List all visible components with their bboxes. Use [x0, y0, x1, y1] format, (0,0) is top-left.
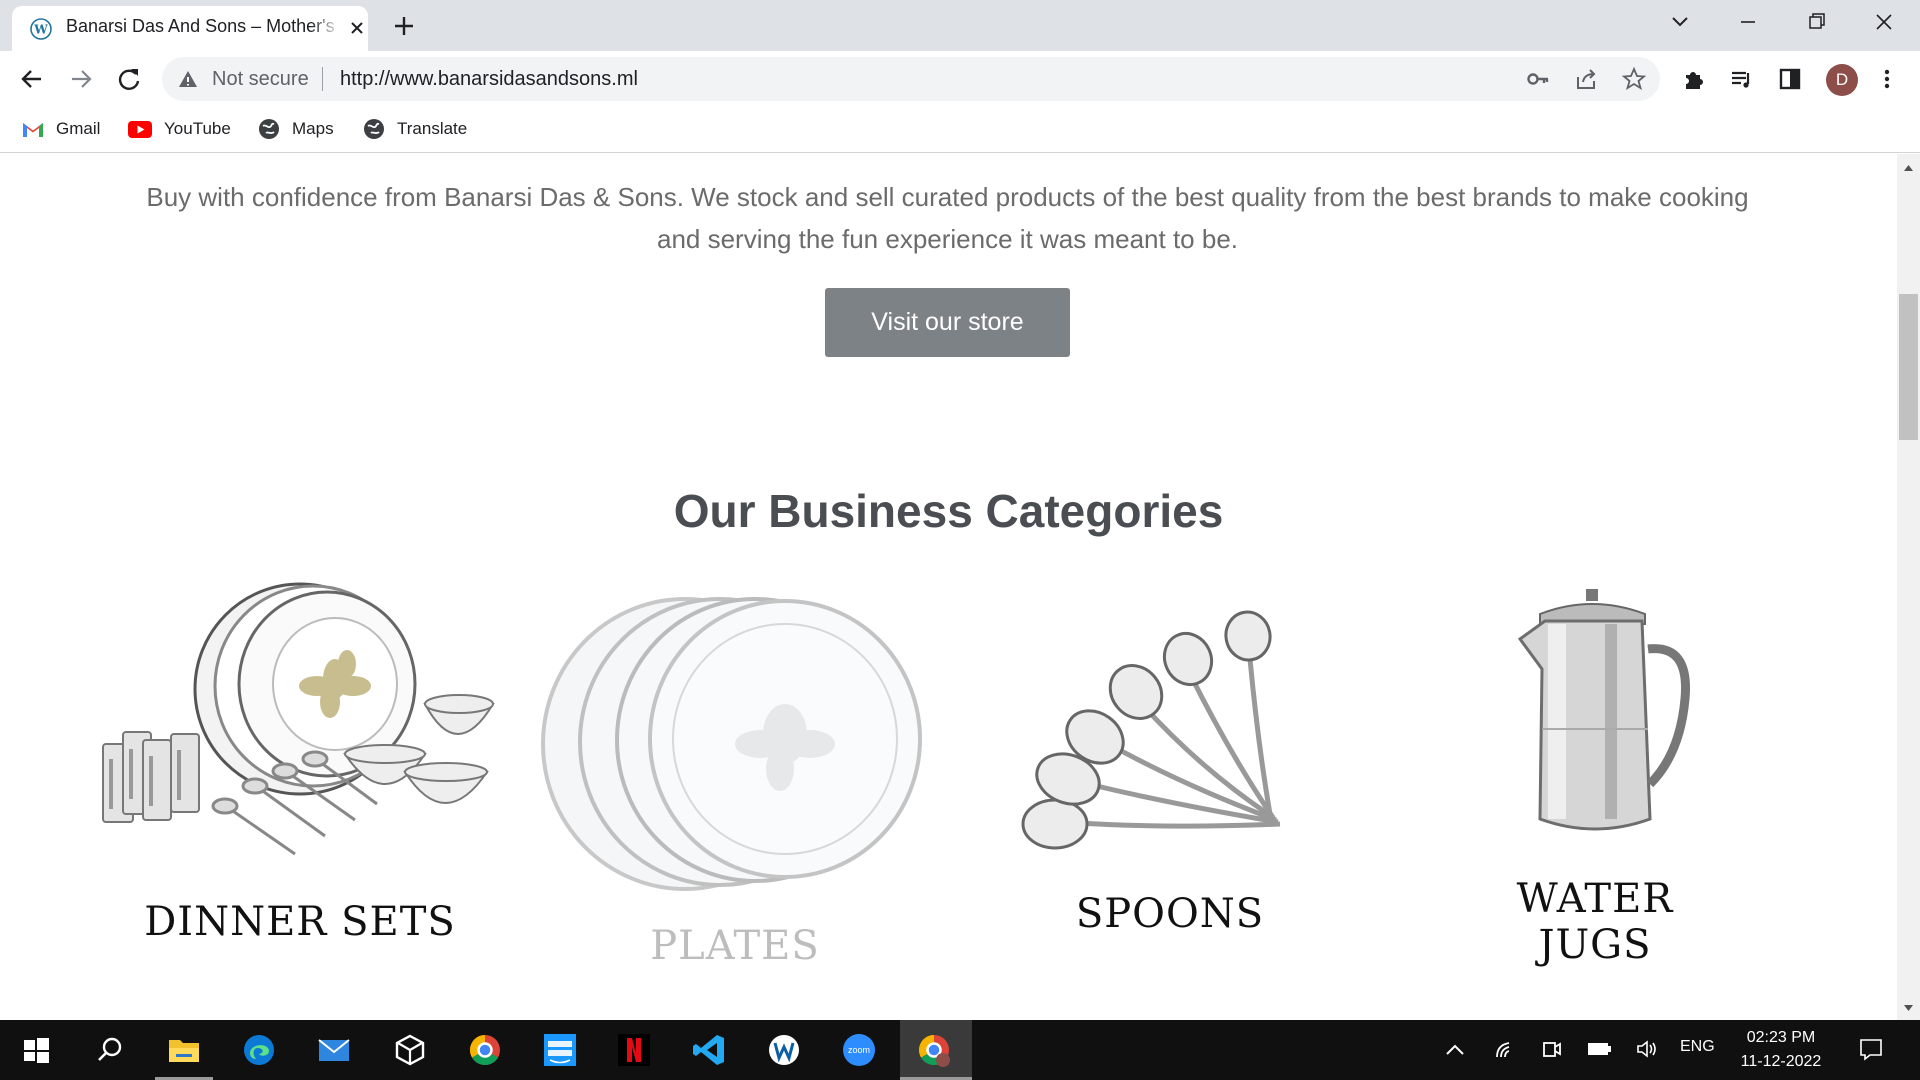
- search-icon[interactable]: [92, 1032, 128, 1068]
- svg-text:zoom: zoom: [848, 1045, 870, 1055]
- tab-title: Banarsi Das And Sons – Mother's: [66, 6, 341, 46]
- netflix-icon[interactable]: [616, 1032, 652, 1068]
- globe-icon: [259, 119, 279, 139]
- security-label[interactable]: Not secure: [212, 57, 309, 101]
- scroll-up-icon[interactable]: [1903, 164, 1914, 172]
- browser-toolbar: Not secure http://www.banarsidasandsons.…: [0, 51, 1920, 107]
- unity-icon[interactable]: [392, 1032, 428, 1068]
- language-indicator[interactable]: ENG: [1680, 1038, 1715, 1056]
- battery-icon[interactable]: [1586, 1040, 1612, 1058]
- dinner-set-image: [102, 582, 495, 856]
- category-card-spoons[interactable]: SPOONS: [1010, 574, 1330, 937]
- category-label[interactable]: WATER JUGS: [1470, 876, 1720, 968]
- bookmark-maps[interactable]: Maps: [258, 115, 334, 143]
- globe-icon: [364, 119, 384, 139]
- notifications-icon[interactable]: [1858, 1036, 1884, 1062]
- category-card-plates[interactable]: PLATES: [535, 594, 935, 969]
- bookmark-gmail[interactable]: Gmail: [22, 115, 100, 143]
- spoons-image: [1021, 610, 1281, 850]
- volume-icon[interactable]: [1635, 1038, 1659, 1060]
- meet-icon[interactable]: [1541, 1038, 1563, 1060]
- bookmark-star-icon[interactable]: [1622, 67, 1646, 91]
- key-icon[interactable]: [1526, 68, 1550, 90]
- scroll-down-icon[interactable]: [1903, 1004, 1914, 1012]
- water-jug-image: [1517, 589, 1691, 831]
- close-window-icon[interactable]: [1866, 8, 1902, 36]
- edge-icon[interactable]: [241, 1032, 277, 1068]
- back-icon[interactable]: [18, 65, 46, 93]
- bookmark-label: Translate: [397, 119, 468, 138]
- prime-video-icon[interactable]: [542, 1032, 578, 1068]
- intro-paragraph: Buy with confidence from Banarsi Das & S…: [80, 176, 1815, 260]
- intro-line: and serving the fun experience it was me…: [656, 224, 1238, 254]
- category-card-dinner-sets[interactable]: DINNER SETS: [95, 574, 505, 945]
- intro-line: Buy with confidence from Banarsi Das & S…: [146, 182, 1749, 212]
- minimize-icon[interactable]: [1730, 8, 1766, 36]
- category-label[interactable]: PLATES: [535, 923, 935, 969]
- address-bar[interactable]: Not secure http://www.banarsidasandsons.…: [162, 57, 1660, 101]
- web-page: Buy with confidence from Banarsi Das & S…: [0, 154, 1897, 1020]
- side-panel-icon[interactable]: [1776, 65, 1804, 93]
- reload-icon[interactable]: [115, 65, 143, 93]
- page-scrollbar[interactable]: [1897, 154, 1920, 1020]
- chrome-profile-icon[interactable]: [916, 1032, 952, 1068]
- wifi-icon[interactable]: [1494, 1038, 1516, 1060]
- browser-tab[interactable]: W Banarsi Das And Sons – Mother's: [12, 6, 368, 51]
- warning-icon[interactable]: [178, 69, 198, 89]
- svg-text:W: W: [33, 23, 48, 37]
- clock[interactable]: 02:23 PM 11-12-2022: [1730, 1026, 1832, 1074]
- file-explorer-icon[interactable]: [166, 1032, 202, 1068]
- chrome-icon[interactable]: [467, 1032, 503, 1068]
- tab-search-icon[interactable]: [1662, 8, 1698, 36]
- share-icon[interactable]: [1574, 67, 1598, 91]
- clock-time: 02:23 PM: [1746, 1029, 1816, 1046]
- start-icon[interactable]: [18, 1032, 54, 1068]
- gmail-icon: [23, 122, 43, 137]
- forward-icon[interactable]: [67, 65, 95, 93]
- mail-icon[interactable]: [316, 1032, 352, 1068]
- media-queue-icon[interactable]: [1728, 65, 1756, 93]
- close-tab-icon[interactable]: [346, 17, 368, 39]
- bookmark-label: YouTube: [164, 119, 231, 138]
- restore-icon[interactable]: [1798, 8, 1834, 36]
- zoom-icon[interactable]: zoom: [841, 1032, 877, 1068]
- chevron-up-icon[interactable]: [1444, 1040, 1466, 1060]
- wordpress-icon: W: [30, 18, 52, 40]
- clock-date: 11-12-2022: [1740, 1053, 1822, 1070]
- omnibox-divider: [322, 67, 323, 91]
- tab-strip: W Banarsi Das And Sons – Mother's: [0, 0, 1920, 51]
- menu-kebab-icon[interactable]: [1873, 65, 1901, 93]
- youtube-icon: [128, 120, 152, 138]
- url-text[interactable]: http://www.banarsidasandsons.ml: [340, 57, 638, 101]
- windows-taskbar: zoom ENG 02:23 PM 11-12-2022: [0, 1020, 1920, 1080]
- bookmark-label: Gmail: [56, 119, 101, 138]
- section-heading: Our Business Categories: [673, 485, 1224, 537]
- new-tab-icon[interactable]: [390, 12, 418, 40]
- scrollbar-thumb[interactable]: [1899, 294, 1918, 440]
- category-label[interactable]: SPOONS: [1010, 891, 1330, 937]
- plates-image: [541, 597, 922, 891]
- screen: W Banarsi Das And Sons – Mother's Not se…: [0, 0, 1920, 1080]
- extensions-icon[interactable]: [1680, 65, 1708, 93]
- vscode-icon[interactable]: [691, 1032, 727, 1068]
- category-label[interactable]: DINNER SETS: [95, 899, 505, 945]
- bookmarks-bar: Gmail YouTube Maps Translate: [0, 107, 1920, 153]
- profile-avatar[interactable]: D: [1826, 64, 1858, 96]
- bookmark-label: Maps: [292, 119, 334, 138]
- category-card-water-jugs[interactable]: WATER JUGS: [1470, 579, 1720, 968]
- visit-store-button[interactable]: Visit our store: [825, 288, 1070, 357]
- wordpad-icon[interactable]: [766, 1032, 802, 1068]
- bookmark-youtube[interactable]: YouTube: [128, 115, 231, 143]
- bookmark-translate[interactable]: Translate: [363, 115, 467, 143]
